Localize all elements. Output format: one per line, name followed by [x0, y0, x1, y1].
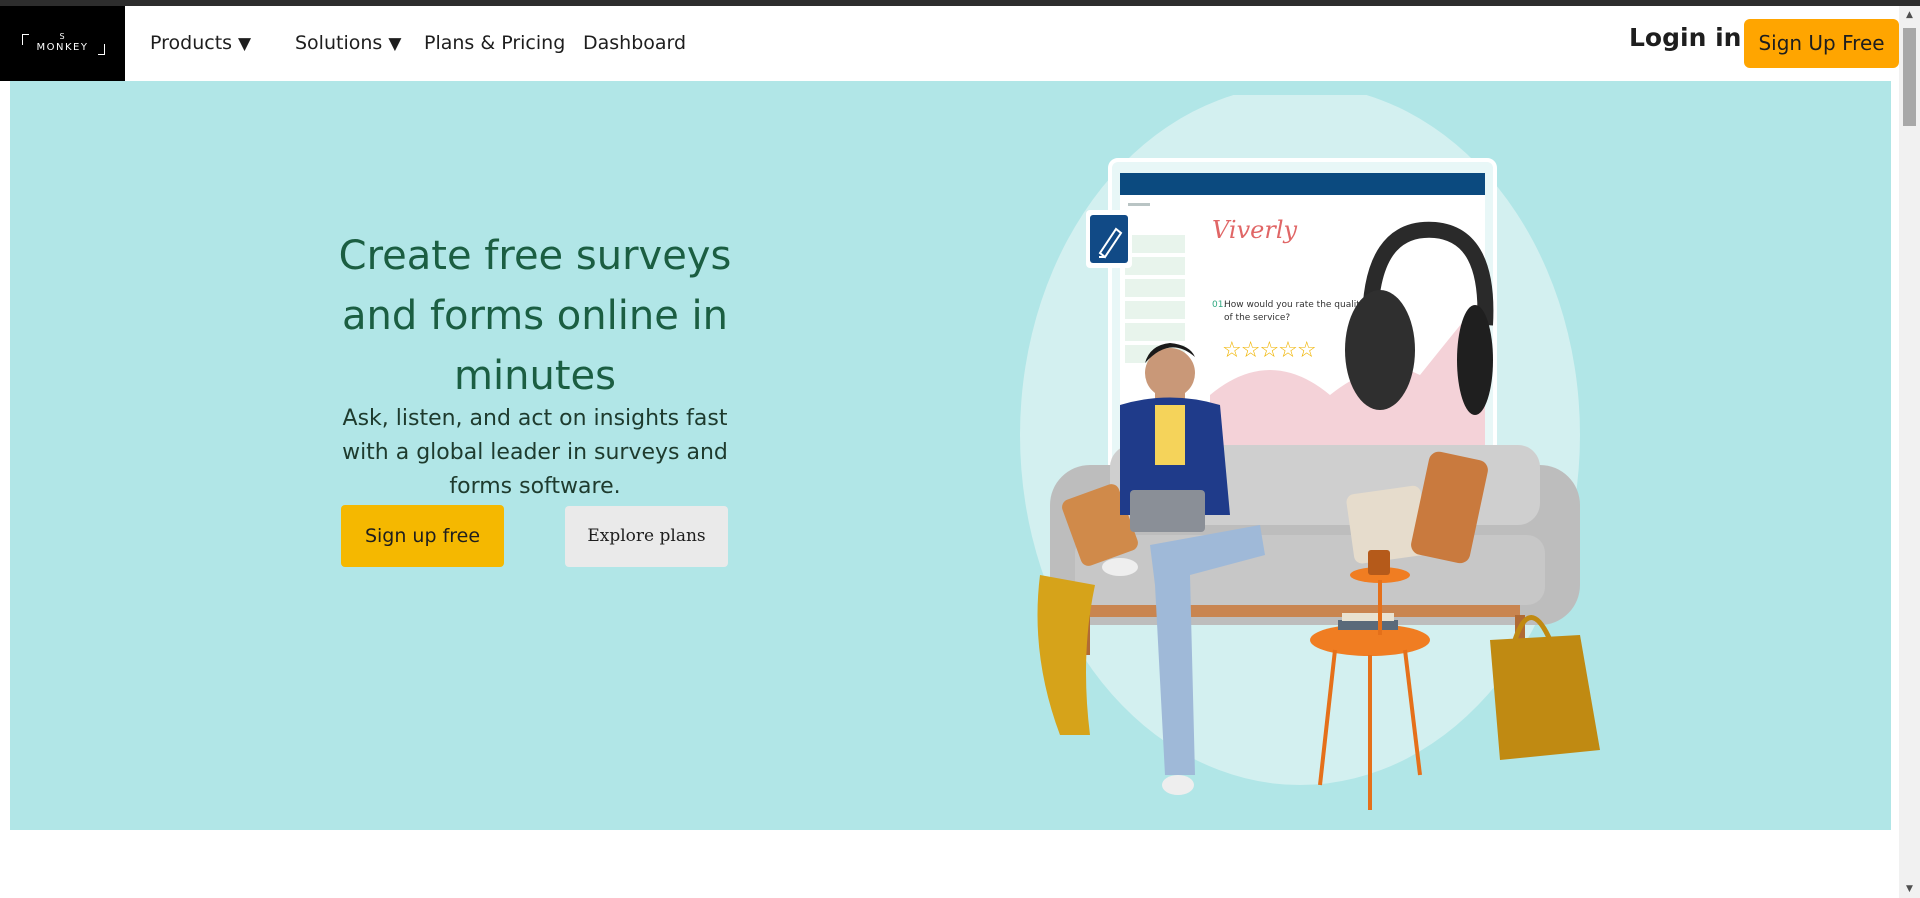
hero-subtitle: Ask, listen, and act on insights fast wi…	[342, 406, 728, 499]
scroll-down-arrow-icon[interactable]: ▼	[1899, 884, 1920, 894]
logo-line-2: MONKEY	[36, 42, 89, 53]
question-text-line-1: How would you rate the quality	[1224, 300, 1366, 310]
nav-dashboard[interactable]: Dashboard	[583, 32, 686, 54]
chevron-down-icon: ▼	[238, 34, 252, 54]
hero-title: Create free surveys and forms online in …	[338, 233, 732, 399]
question-text-line-2: of the service?	[1224, 313, 1290, 323]
scrollbar-thumb[interactable]	[1903, 28, 1916, 126]
logo-bracket-right	[98, 44, 105, 55]
hero-illustration: Viverly 01. How would you rate the quali…	[1020, 95, 1600, 810]
nav-solutions[interactable]: Solutions ▼	[295, 32, 401, 54]
survey-brand-logo: Viverly	[1212, 216, 1297, 244]
brand-logo[interactable]: S MONKEY	[0, 6, 125, 81]
nav-solutions-label: Solutions	[295, 32, 383, 54]
page-scrollbar[interactable]: ▲ ▼	[1899, 6, 1920, 898]
rating-stars[interactable]: ☆☆☆☆☆	[1222, 338, 1317, 363]
sign-up-free-button[interactable]: Sign Up Free	[1744, 19, 1899, 68]
top-navigation: S MONKEY Products ▼ Solutions ▼ Plans & Pr…	[0, 6, 1899, 81]
logo-line-1: S	[59, 32, 66, 41]
pencil-icon[interactable]	[1086, 210, 1132, 268]
explore-plans-button[interactable]: Explore plans	[565, 506, 728, 567]
survey-screen-header	[1120, 173, 1485, 195]
nav-plans-pricing[interactable]: Plans & Pricing	[424, 32, 565, 54]
nav-products[interactable]: Products ▼	[150, 32, 251, 54]
sign-up-free-hero-button[interactable]: Sign up free	[341, 505, 504, 567]
scroll-up-arrow-icon[interactable]: ▲	[1899, 10, 1920, 20]
nav-products-label: Products	[150, 32, 233, 54]
login-link[interactable]: Login in	[1629, 23, 1741, 52]
chevron-down-icon: ▼	[388, 34, 402, 54]
